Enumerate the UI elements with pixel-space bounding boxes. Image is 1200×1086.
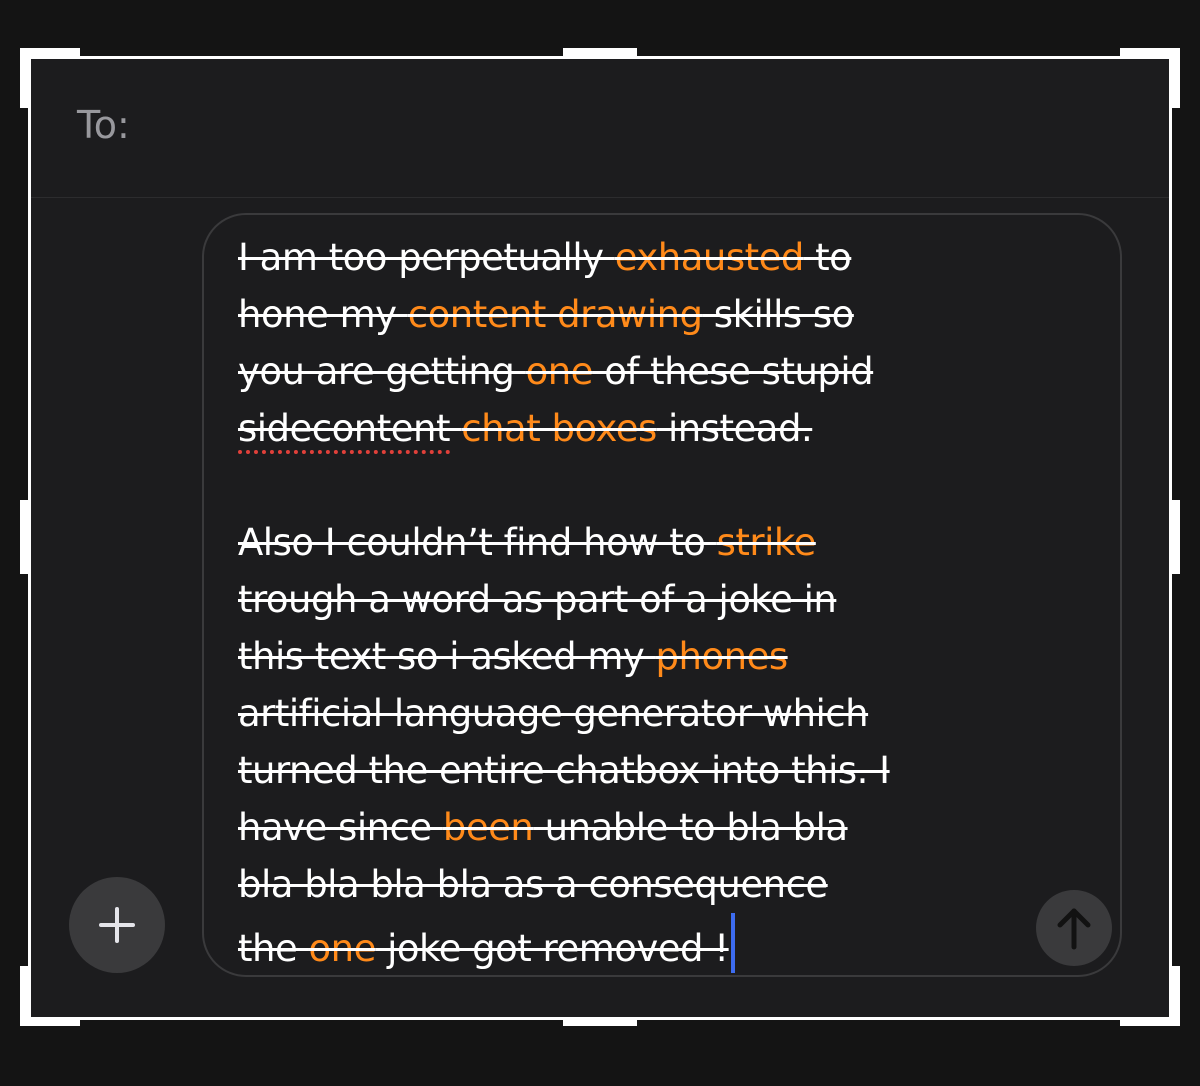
- highlighted-word: content drawing: [407, 293, 703, 336]
- message-line: have since been unable to bla bla: [238, 799, 1058, 856]
- highlighted-word: strike: [716, 521, 817, 564]
- message-text-segment: to: [803, 236, 852, 279]
- message-text-segment: I am too perpetually: [238, 236, 615, 279]
- send-button[interactable]: [1036, 890, 1112, 966]
- message-text-segment: you are getting: [238, 350, 526, 393]
- message-line: hone my content drawing skills so: [238, 286, 1058, 343]
- crop-handle-top-right-h[interactable]: [1120, 48, 1180, 56]
- message-text-segment: trough a word as part of a joke in: [238, 578, 837, 621]
- message-text[interactable]: I am too perpetually exhausted to hone my…: [238, 229, 1058, 973]
- message-text-segment: have since: [238, 806, 443, 849]
- message-text-segment: skills so: [702, 293, 855, 336]
- message-text-segment: unable to bla bla: [533, 806, 848, 849]
- message-line: trough a word as part of a joke in: [238, 571, 1058, 628]
- crop-handle-bottom-left-v[interactable]: [20, 966, 28, 1026]
- message-line: you are getting one of these stupid: [238, 343, 1058, 400]
- message-line: bla bla bla bla as a consequence: [238, 856, 1058, 913]
- highlighted-word: been: [442, 806, 534, 849]
- crop-handle-top-left-v[interactable]: [20, 48, 28, 108]
- highlighted-word: exhausted: [614, 236, 805, 279]
- message-text-segment: artificial language generator which: [238, 692, 869, 735]
- message-text-segment: instead.: [656, 407, 813, 450]
- crop-handle-bottom-right-h[interactable]: [1120, 1018, 1180, 1026]
- arrow-up-icon: [1057, 908, 1091, 950]
- crop-handle-middle-left[interactable]: [20, 500, 28, 574]
- crop-handle-bottom-left-h[interactable]: [20, 1018, 80, 1026]
- message-text-segment: joke got removed !: [375, 927, 729, 970]
- text-cursor: [730, 913, 735, 973]
- message-line: Also I couldn’t find how to strike: [238, 514, 1058, 571]
- message-line: turned the entire chatbox into this. I: [238, 742, 1058, 799]
- crop-handle-bottom-right-v[interactable]: [1172, 966, 1180, 1026]
- message-text-segment: this text so i asked my: [238, 635, 656, 678]
- message-text-segment: bla bla bla bla as a consequence: [238, 863, 828, 906]
- to-label: To:: [77, 103, 130, 147]
- highlighted-word: phones: [655, 635, 789, 678]
- highlighted-word: chat boxes: [461, 407, 657, 450]
- highlighted-word: one: [525, 350, 594, 393]
- crop-handle-top-right-v[interactable]: [1172, 48, 1180, 108]
- message-text-segment: of these stupid: [592, 350, 874, 393]
- crop-handle-bottom-center[interactable]: [563, 1018, 637, 1026]
- message-line: [238, 457, 1058, 514]
- crop-handle-middle-right[interactable]: [1172, 500, 1180, 574]
- crop-handle-top-center[interactable]: [563, 48, 637, 56]
- message-line: I am too perpetually exhausted to: [238, 229, 1058, 286]
- message-text-segment: the: [238, 927, 309, 970]
- add-attachment-button[interactable]: [69, 877, 165, 973]
- message-line: artificial language generator which: [238, 685, 1058, 742]
- misspelled-word: sidecontent: [238, 407, 450, 454]
- message-text-segment: turned the entire chatbox into this. I: [238, 749, 890, 792]
- message-line: the one joke got removed !: [238, 913, 1058, 973]
- message-input[interactable]: I am too perpetually exhausted to hone my…: [202, 213, 1122, 977]
- crop-handle-top-left-h[interactable]: [20, 48, 80, 56]
- message-line: this text so i asked my phones: [238, 628, 1058, 685]
- messages-compose-screen: To: I am too perpetually exhausted to hon…: [28, 56, 1172, 1020]
- message-text-segment: Also I couldn’t find how to: [238, 521, 717, 564]
- message-text-segment: hone my: [238, 293, 408, 336]
- message-text-segment: [450, 407, 461, 450]
- message-line: sidecontent chat boxes instead.: [238, 400, 1058, 457]
- highlighted-word: one: [308, 927, 376, 970]
- plus-icon: [99, 907, 135, 943]
- recipient-bar[interactable]: To:: [31, 59, 1169, 198]
